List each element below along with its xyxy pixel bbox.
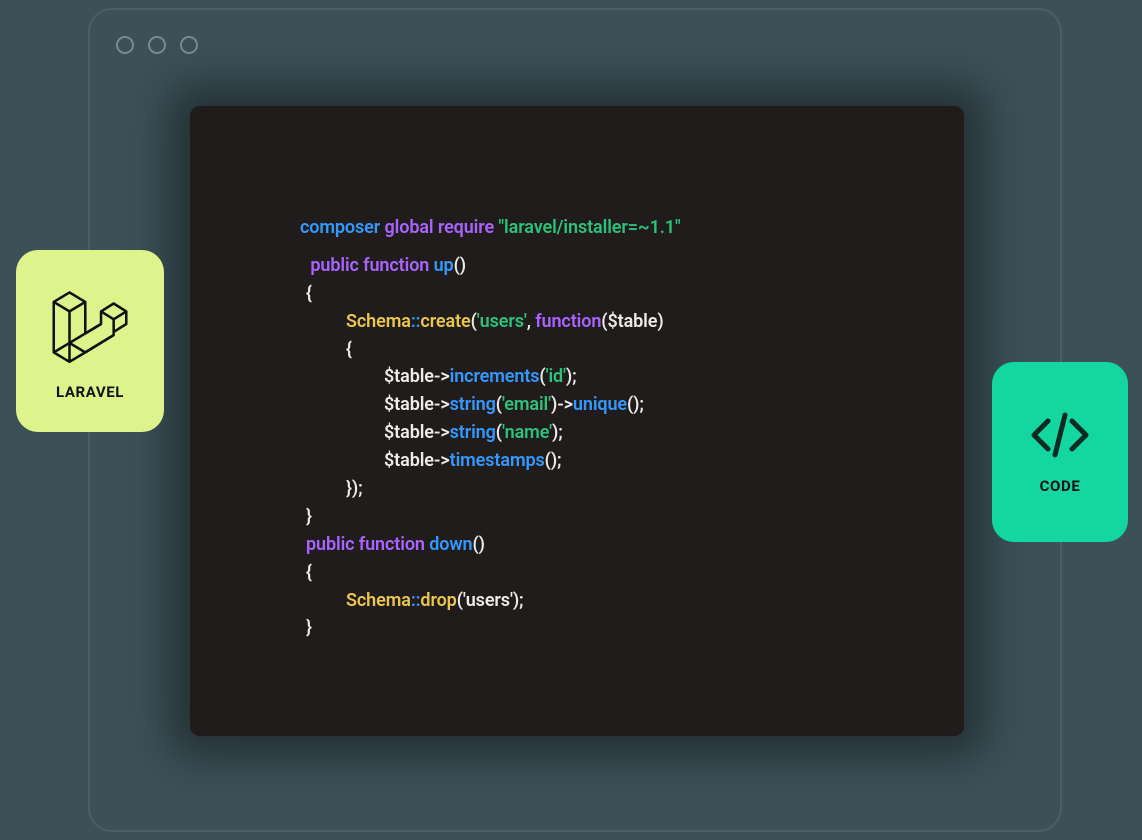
token: drop — [420, 590, 456, 611]
token: , — [527, 311, 536, 332]
token: create — [420, 311, 470, 332]
token: string — [450, 394, 496, 415]
code-line: { — [300, 280, 854, 308]
token: ($table) — [601, 311, 663, 332]
code-line: } — [300, 503, 854, 531]
token: 'email' — [502, 394, 551, 415]
token: up — [434, 255, 454, 276]
token: unique — [573, 394, 627, 415]
code-line: Schema::create('users', function($table) — [300, 308, 854, 336]
token: 'id' — [546, 366, 566, 387]
token: public function — [310, 255, 429, 276]
token: (); — [627, 394, 644, 415]
card-label: LARAVEL — [56, 383, 124, 401]
token: (); — [545, 450, 562, 471]
token: ); — [566, 366, 577, 387]
token: () — [454, 255, 466, 276]
token: timestamps — [450, 450, 545, 471]
token: string — [450, 422, 496, 443]
code-icon — [1028, 409, 1092, 461]
token: $table-> — [384, 422, 450, 443]
token: :: — [411, 590, 421, 611]
code-panel: composer global require "laravel/install… — [190, 106, 964, 736]
token: function — [535, 311, 601, 332]
code-line: $table->increments('id'); — [300, 363, 854, 391]
code-line: }); — [300, 475, 854, 503]
code-line: Schema::drop('users'); — [300, 587, 854, 615]
token: () — [473, 534, 485, 555]
window-dot — [180, 36, 198, 54]
code-line: $table->timestamps(); — [300, 447, 854, 475]
token: increments — [450, 366, 540, 387]
code-line: $table->string('name'); — [300, 419, 854, 447]
code-line: { — [300, 336, 854, 364]
card-label: CODE — [1040, 477, 1081, 495]
token: "laravel/installer=~1.1" — [498, 217, 680, 238]
code-line: } — [300, 614, 854, 642]
token: global require — [385, 217, 495, 238]
token: 'name' — [502, 422, 552, 443]
illustration-window: composer global require "laravel/install… — [88, 8, 1062, 832]
window-dot — [148, 36, 166, 54]
window-dot — [116, 36, 134, 54]
token: ); — [513, 590, 524, 611]
token: $table-> — [384, 394, 450, 415]
token: 'users' — [477, 311, 527, 332]
token: $table-> — [384, 366, 450, 387]
token: Schema — [346, 311, 411, 332]
code-line: { — [300, 559, 854, 587]
laravel-icon — [49, 281, 131, 367]
token: $table-> — [384, 450, 450, 471]
token: )-> — [551, 394, 573, 415]
token: down — [429, 534, 472, 555]
token: ); — [552, 422, 563, 443]
token: :: — [411, 311, 421, 332]
code-line: $table->string('email')->unique(); — [300, 391, 854, 419]
code-line: public function up() — [300, 252, 854, 280]
code-line: public function down() — [300, 531, 854, 559]
token: composer — [300, 217, 380, 238]
code-line: composer global require "laravel/install… — [300, 214, 854, 242]
card-laravel: LARAVEL — [16, 250, 164, 432]
token: public function — [306, 534, 425, 555]
card-code: CODE — [992, 362, 1128, 542]
token: 'users' — [463, 590, 513, 611]
window-controls — [116, 36, 198, 54]
token: Schema — [346, 590, 411, 611]
